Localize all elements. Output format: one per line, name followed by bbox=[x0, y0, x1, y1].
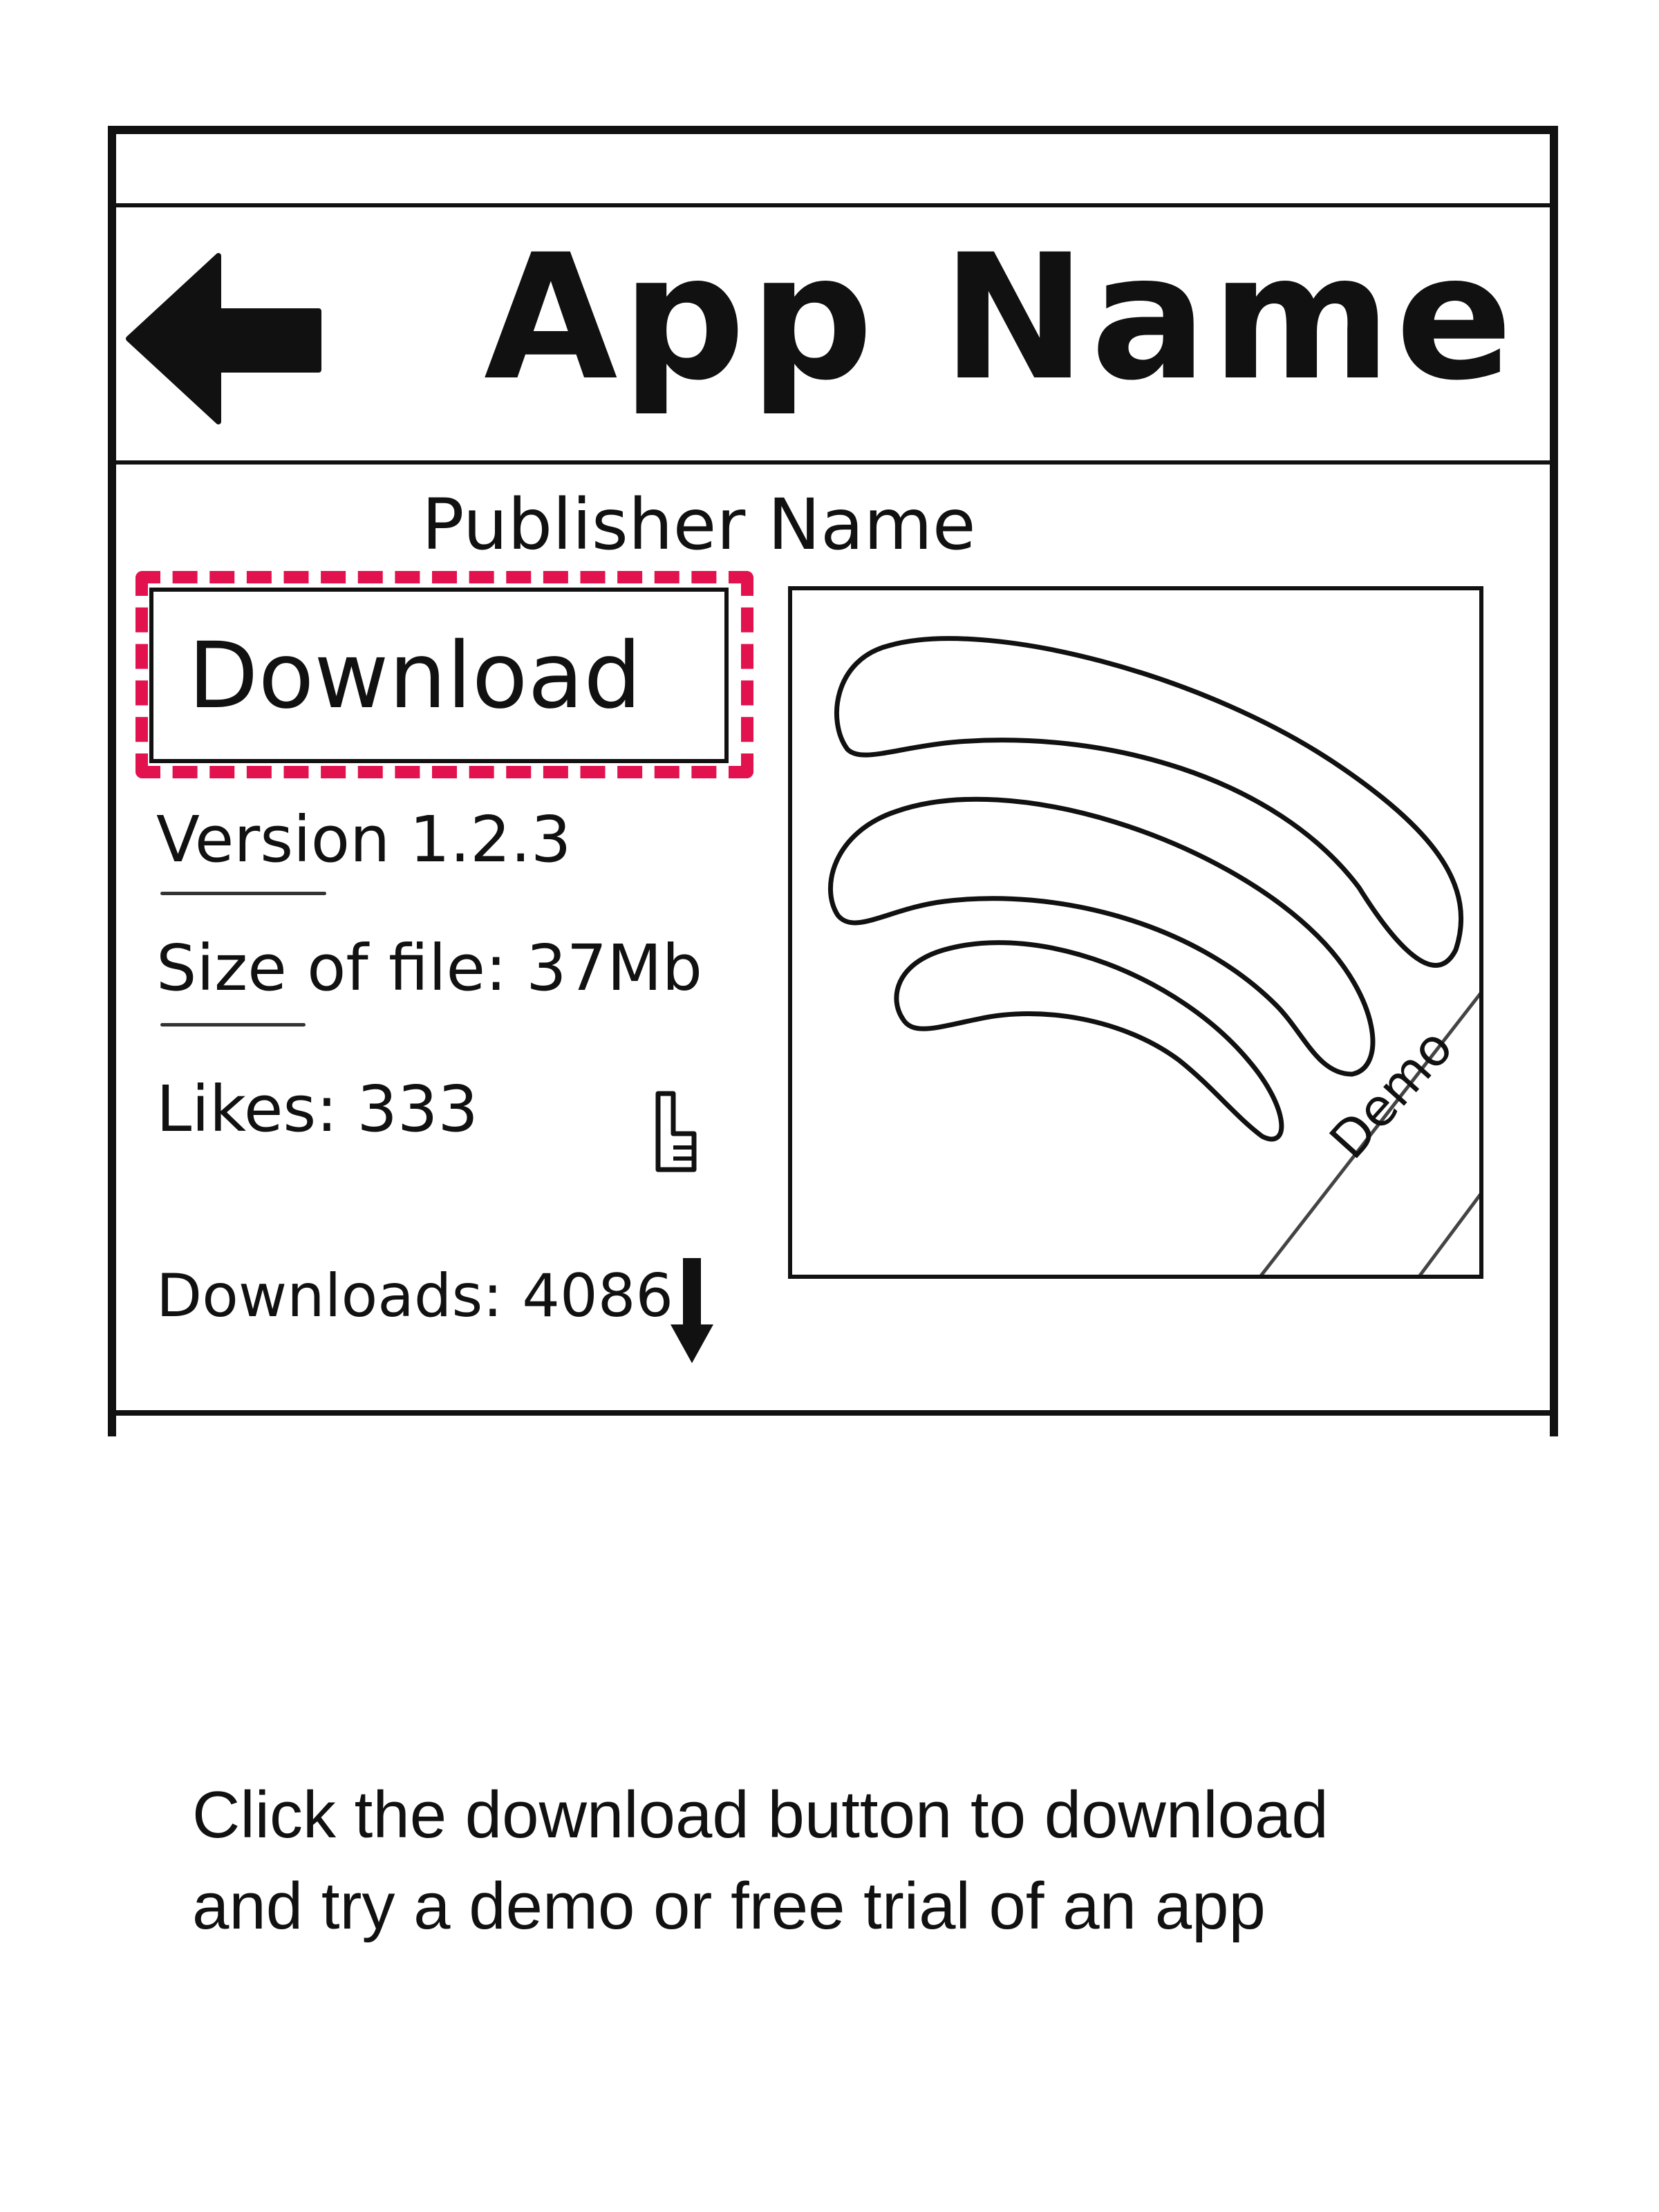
thumbs-up-icon[interactable] bbox=[653, 1085, 701, 1175]
publisher-name: Publisher Name bbox=[422, 484, 976, 566]
download-button[interactable]: Download bbox=[149, 588, 729, 763]
version-row: Version 1.2.3 bbox=[156, 795, 778, 885]
file-size-underline bbox=[160, 1023, 306, 1027]
version-label: Version bbox=[156, 803, 391, 877]
wifi-waves-icon bbox=[828, 636, 1479, 1275]
arrow-left-icon[interactable] bbox=[122, 249, 329, 429]
file-size-label: Size of file: bbox=[156, 931, 507, 1005]
downloads-value: 4086 bbox=[522, 1262, 674, 1331]
window-bottom-edge bbox=[108, 1410, 1558, 1416]
caption-line-2: and try a demo or free trial of an app bbox=[192, 1869, 1266, 1943]
arrow-down-icon bbox=[671, 1258, 713, 1363]
version-value: 1.2.3 bbox=[409, 803, 572, 877]
instruction-caption: Click the download button to download an… bbox=[192, 1770, 1506, 1963]
file-size-value: 37Mb bbox=[526, 931, 702, 1005]
page-title: App Name bbox=[484, 217, 1517, 418]
likes-value: 333 bbox=[357, 1072, 478, 1146]
file-size-row: Size of file: 37Mb bbox=[156, 924, 778, 1013]
version-underline bbox=[160, 892, 326, 895]
downloads-label: Downloads: bbox=[156, 1262, 503, 1331]
likes-label: Likes: bbox=[156, 1072, 338, 1146]
header-divider bbox=[112, 460, 1554, 465]
caption-line-1: Click the download button to download bbox=[192, 1778, 1329, 1852]
app-preview[interactable]: Demo bbox=[788, 586, 1483, 1279]
